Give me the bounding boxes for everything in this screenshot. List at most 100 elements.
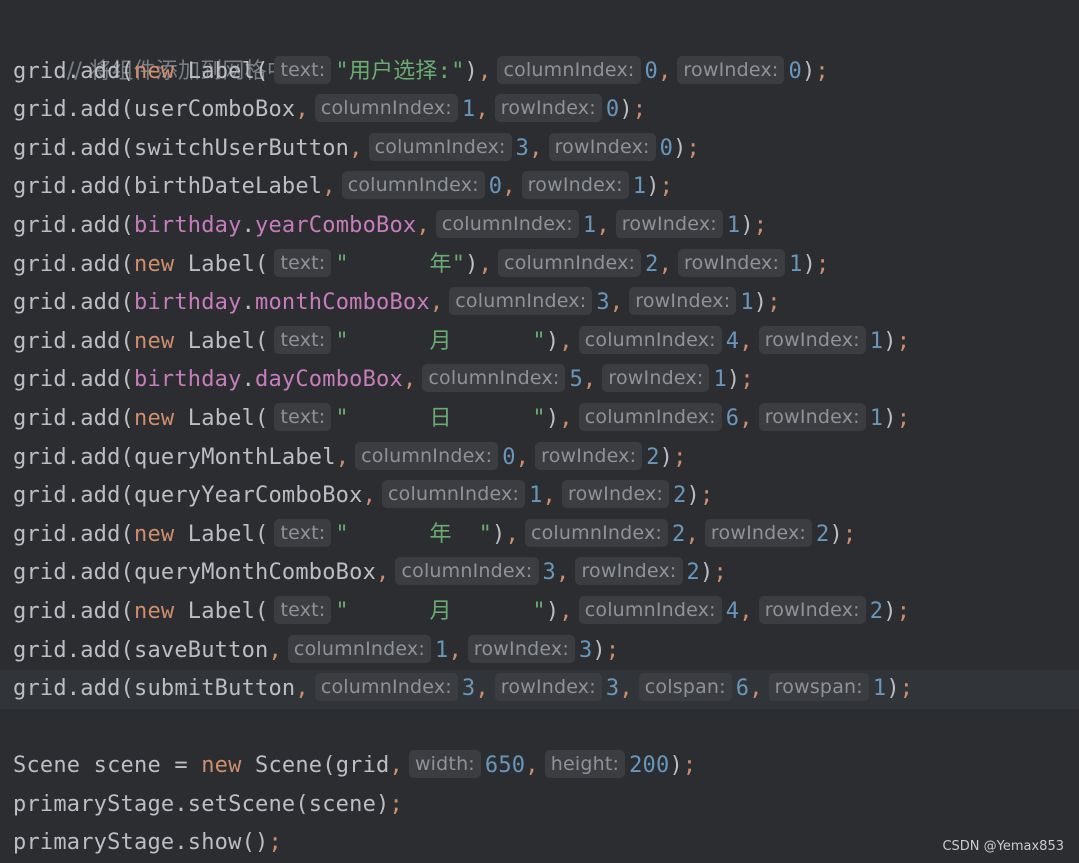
code-text: Label( bbox=[174, 251, 269, 277]
keyword-token: new bbox=[134, 58, 175, 84]
punctuation: , bbox=[322, 174, 336, 200]
code-line-comment[interactable]: // 将组件添加到网格中 bbox=[0, 14, 1079, 84]
number-literal: 1 bbox=[434, 637, 449, 663]
punctuation: , bbox=[559, 405, 573, 431]
code-line[interactable]: grid.add(userComboBox, columnIndex: 1, rowI… bbox=[0, 91, 1079, 130]
punctuation: ; bbox=[842, 521, 857, 547]
keyword-token: new bbox=[134, 598, 175, 624]
parameter-hint: text: bbox=[274, 518, 332, 547]
code-text: Scene scene = bbox=[13, 753, 202, 779]
number-literal: 3 bbox=[605, 676, 620, 702]
code-line[interactable]: Scene scene = new Scene(grid, width: 650, h… bbox=[0, 747, 1079, 786]
code-text: ) bbox=[619, 97, 633, 123]
keyword-token: new bbox=[134, 521, 175, 547]
parameter-hint: rowIndex: bbox=[494, 673, 602, 702]
code-line[interactable]: grid.add(queryMonthComboBox, columnIndex:… bbox=[0, 554, 1079, 593]
punctuation: , bbox=[739, 598, 753, 624]
number-literal: 2 bbox=[816, 521, 830, 547]
code-line[interactable]: grid.add(birthDateLabel, columnIndex: 0, ro… bbox=[0, 168, 1079, 207]
number-literal: 1 bbox=[872, 676, 887, 702]
code-line[interactable]: grid.add(new Label(text: "用户选择:"), columnI… bbox=[0, 53, 1079, 92]
code-text: ) bbox=[699, 560, 714, 586]
punctuation: ; bbox=[713, 560, 727, 586]
field-reference: dayComboBox bbox=[255, 367, 403, 393]
punctuation: ; bbox=[632, 97, 647, 123]
code-text: grid.add( bbox=[13, 251, 135, 277]
punctuation: , bbox=[515, 444, 530, 470]
number-literal: 3 bbox=[515, 135, 530, 161]
string-literal: " 年" bbox=[335, 251, 466, 277]
parameter-hint: columnIndex: bbox=[314, 673, 458, 702]
code-lines[interactable]: grid.add(new Label(text: "用户选择:"), columnI… bbox=[0, 53, 1079, 863]
parameter-hint: columnIndex: bbox=[449, 287, 593, 316]
number-literal: 1 bbox=[740, 290, 754, 316]
code-text: . bbox=[241, 290, 256, 316]
code-text: grid.add(queryMonthComboBox bbox=[13, 560, 377, 586]
code-line[interactable]: grid.add(saveButton, columnIndex: 1, rowInd… bbox=[0, 632, 1079, 671]
code-line[interactable]: grid.add(new Label(text: " 年"), columnInde… bbox=[0, 246, 1079, 285]
code-text: grid.add(saveButton bbox=[13, 637, 269, 663]
code-editor[interactable]: // 将组件添加到网格中 grid.add(new Label(text: "用户… bbox=[0, 14, 1079, 863]
code-line[interactable]: grid.add(birthday.monthComboBox, columnIn… bbox=[0, 284, 1079, 323]
code-text: grid.add( bbox=[13, 58, 135, 84]
code-line[interactable]: primaryStage.show(); bbox=[0, 824, 1079, 863]
parameter-hint: text: bbox=[274, 55, 332, 84]
code-line[interactable]: grid.add(new Label(text: " 月 "), columnInd… bbox=[0, 323, 1079, 362]
parameter-hint: rowIndex: bbox=[678, 248, 786, 277]
number-literal: 2 bbox=[646, 444, 660, 470]
code-line[interactable]: grid.add(birthday.dayComboBox, columnInde… bbox=[0, 361, 1079, 400]
code-text: grid.add(queryMonthLabel bbox=[13, 444, 336, 470]
code-line[interactable]: grid.add(new Label(text: " 月 "), columnInd… bbox=[0, 593, 1079, 632]
number-literal: 5 bbox=[569, 367, 583, 393]
parameter-hint: columnIndex: bbox=[395, 557, 539, 586]
field-reference: birthday bbox=[134, 367, 242, 393]
code-text: ) bbox=[883, 598, 897, 624]
field-reference: birthday bbox=[134, 290, 242, 316]
punctuation: , bbox=[502, 174, 516, 200]
parameter-hint: height: bbox=[544, 750, 626, 779]
punctuation: , bbox=[478, 251, 493, 277]
number-literal: 6 bbox=[725, 405, 740, 431]
code-text: primaryStage.show() bbox=[13, 830, 269, 856]
code-line[interactable]: grid.add(queryMonthLabel, columnIndex: 0, r… bbox=[0, 439, 1079, 478]
parameter-hint: rowIndex: bbox=[758, 325, 866, 354]
code-text: ) bbox=[740, 212, 754, 238]
code-text: ) bbox=[802, 251, 817, 277]
code-line[interactable]: primaryStage.setScene(scene); bbox=[0, 786, 1079, 825]
code-text: ) bbox=[669, 753, 683, 779]
punctuation: , bbox=[658, 251, 673, 277]
code-text: ) bbox=[545, 598, 560, 624]
field-reference: monthComboBox bbox=[255, 290, 430, 316]
punctuation: , bbox=[559, 598, 573, 624]
punctuation: ; bbox=[815, 58, 829, 84]
punctuation: ; bbox=[673, 444, 687, 470]
code-line[interactable]: grid.add(birthday.yearComboBox, columnInd… bbox=[0, 207, 1079, 246]
code-line[interactable] bbox=[0, 709, 1079, 748]
code-text: Scene(grid bbox=[241, 753, 390, 779]
code-line[interactable]: grid.add(submitButton, columnIndex: 3, rowI… bbox=[0, 670, 1079, 709]
punctuation: , bbox=[335, 444, 350, 470]
code-line[interactable]: grid.add(new Label(text: " 年 "), columnInd… bbox=[0, 516, 1079, 555]
parameter-hint: columnIndex: bbox=[497, 55, 641, 84]
punctuation: , bbox=[295, 97, 309, 123]
parameter-hint: columnIndex: bbox=[287, 634, 431, 663]
code-text: Label( bbox=[174, 598, 269, 624]
punctuation: , bbox=[268, 637, 282, 663]
number-literal: 2 bbox=[645, 251, 659, 277]
parameter-hint: columnIndex: bbox=[355, 441, 499, 470]
code-line[interactable]: grid.add(switchUserButton, columnIndex: 3,… bbox=[0, 130, 1079, 169]
punctuation: , bbox=[429, 290, 444, 316]
parameter-hint: columnIndex: bbox=[368, 132, 512, 161]
string-literal: "用户选择:" bbox=[335, 58, 465, 84]
watermark: CSDN @Yemax853 bbox=[942, 839, 1064, 854]
code-text: Label( bbox=[174, 328, 269, 354]
code-line[interactable]: grid.add(queryYearComboBox, columnIndex: 1… bbox=[0, 477, 1079, 516]
code-text: grid.add(birthDateLabel bbox=[13, 174, 323, 200]
string-literal: " 月 " bbox=[335, 328, 546, 354]
number-literal: 0 bbox=[659, 135, 674, 161]
code-text: ) bbox=[545, 405, 560, 431]
parameter-hint: rowIndex: bbox=[562, 480, 670, 509]
code-line[interactable]: grid.add(new Label(text: " 日 "), columnInd… bbox=[0, 400, 1079, 439]
number-literal: 1 bbox=[582, 212, 597, 238]
code-text: ) bbox=[801, 58, 816, 84]
